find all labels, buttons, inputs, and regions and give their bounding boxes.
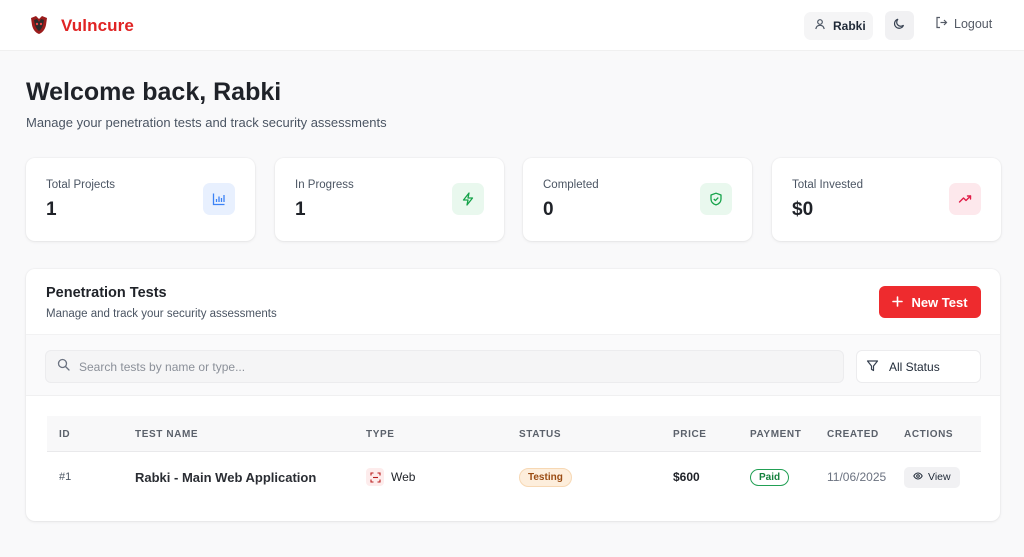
page-title: Welcome back, Rabki bbox=[26, 78, 282, 106]
table-row[interactable]: #1 Rabki - Main Web Application Web Test… bbox=[47, 452, 981, 502]
vulncure-logo-icon[interactable] bbox=[28, 14, 50, 36]
stat-value: 1 bbox=[46, 199, 57, 220]
stat-card-in-progress: In Progress 1 bbox=[275, 158, 504, 241]
bar-chart-icon bbox=[203, 183, 235, 215]
penetration-tests-panel: Penetration Tests Manage and track your … bbox=[26, 269, 1000, 521]
logout-icon bbox=[935, 16, 948, 32]
new-test-button[interactable]: New Test bbox=[879, 286, 981, 318]
user-icon bbox=[814, 17, 826, 35]
stat-label: Total Invested bbox=[792, 179, 863, 191]
new-test-label: New Test bbox=[911, 294, 968, 310]
row-type: Web bbox=[391, 470, 416, 484]
column-header-created[interactable]: CREATED bbox=[827, 429, 879, 440]
payment-badge: Paid bbox=[750, 468, 790, 486]
trending-up-icon bbox=[949, 183, 981, 215]
lightning-icon bbox=[452, 183, 484, 215]
row-price: $600 bbox=[673, 470, 700, 484]
view-button-label: View bbox=[928, 471, 951, 483]
stat-label: In Progress bbox=[295, 179, 354, 191]
table-header: ID TEST NAME TYPE STATUS PRICE PAYMENT C… bbox=[47, 416, 981, 452]
row-test-name[interactable]: Rabki - Main Web Application bbox=[135, 470, 316, 485]
status-filter-dropdown[interactable]: All Status bbox=[856, 350, 981, 383]
column-header-test-name[interactable]: TEST NAME bbox=[135, 429, 198, 440]
stat-label: Total Projects bbox=[46, 179, 116, 191]
user-profile-button[interactable]: Rabki bbox=[804, 12, 873, 40]
search-icon bbox=[57, 358, 70, 376]
column-header-status[interactable]: STATUS bbox=[519, 429, 561, 440]
logout-button[interactable]: Logout bbox=[935, 16, 992, 32]
moon-icon bbox=[893, 17, 906, 35]
status-filter-label: All Status bbox=[889, 359, 940, 374]
user-name: Rabki bbox=[833, 19, 866, 33]
plus-icon bbox=[892, 295, 904, 310]
row-created-date: 11/06/2025 bbox=[827, 470, 887, 484]
row-id: #1 bbox=[59, 471, 72, 483]
stat-card-total-invested: Total Invested $0 bbox=[772, 158, 1001, 241]
view-button[interactable]: View bbox=[904, 466, 960, 488]
column-header-price[interactable]: PRICE bbox=[673, 429, 707, 440]
brand-name[interactable]: Vulncure bbox=[61, 16, 134, 36]
theme-toggle-button[interactable] bbox=[885, 11, 914, 40]
top-navigation-bar: Vulncure Rabki Logout bbox=[0, 0, 1024, 51]
stat-value: 0 bbox=[543, 199, 554, 220]
eye-icon bbox=[913, 471, 923, 484]
filter-icon bbox=[866, 359, 879, 375]
web-scan-icon bbox=[366, 468, 384, 486]
status-badge: Testing bbox=[519, 467, 572, 487]
stat-value: $0 bbox=[792, 199, 814, 220]
page-subtitle: Manage your penetration tests and track … bbox=[26, 115, 387, 130]
stat-card-total-projects: Total Projects 1 bbox=[26, 158, 255, 241]
logout-label: Logout bbox=[954, 17, 993, 31]
panel-subtitle: Manage and track your security assessmen… bbox=[46, 308, 277, 320]
search-box[interactable] bbox=[45, 350, 844, 383]
column-header-id[interactable]: ID bbox=[59, 429, 70, 440]
stat-card-completed: Completed 0 bbox=[523, 158, 752, 241]
stat-value: 1 bbox=[295, 199, 306, 220]
column-header-payment[interactable]: PAYMENT bbox=[750, 429, 801, 440]
shield-check-icon bbox=[700, 183, 732, 215]
column-header-actions: ACTIONS bbox=[904, 429, 954, 440]
search-input[interactable] bbox=[79, 359, 819, 374]
column-header-type[interactable]: TYPE bbox=[366, 429, 395, 440]
panel-title: Penetration Tests bbox=[46, 285, 167, 301]
stat-label: Completed bbox=[543, 179, 599, 191]
filter-toolbar: All Status bbox=[26, 334, 1000, 396]
